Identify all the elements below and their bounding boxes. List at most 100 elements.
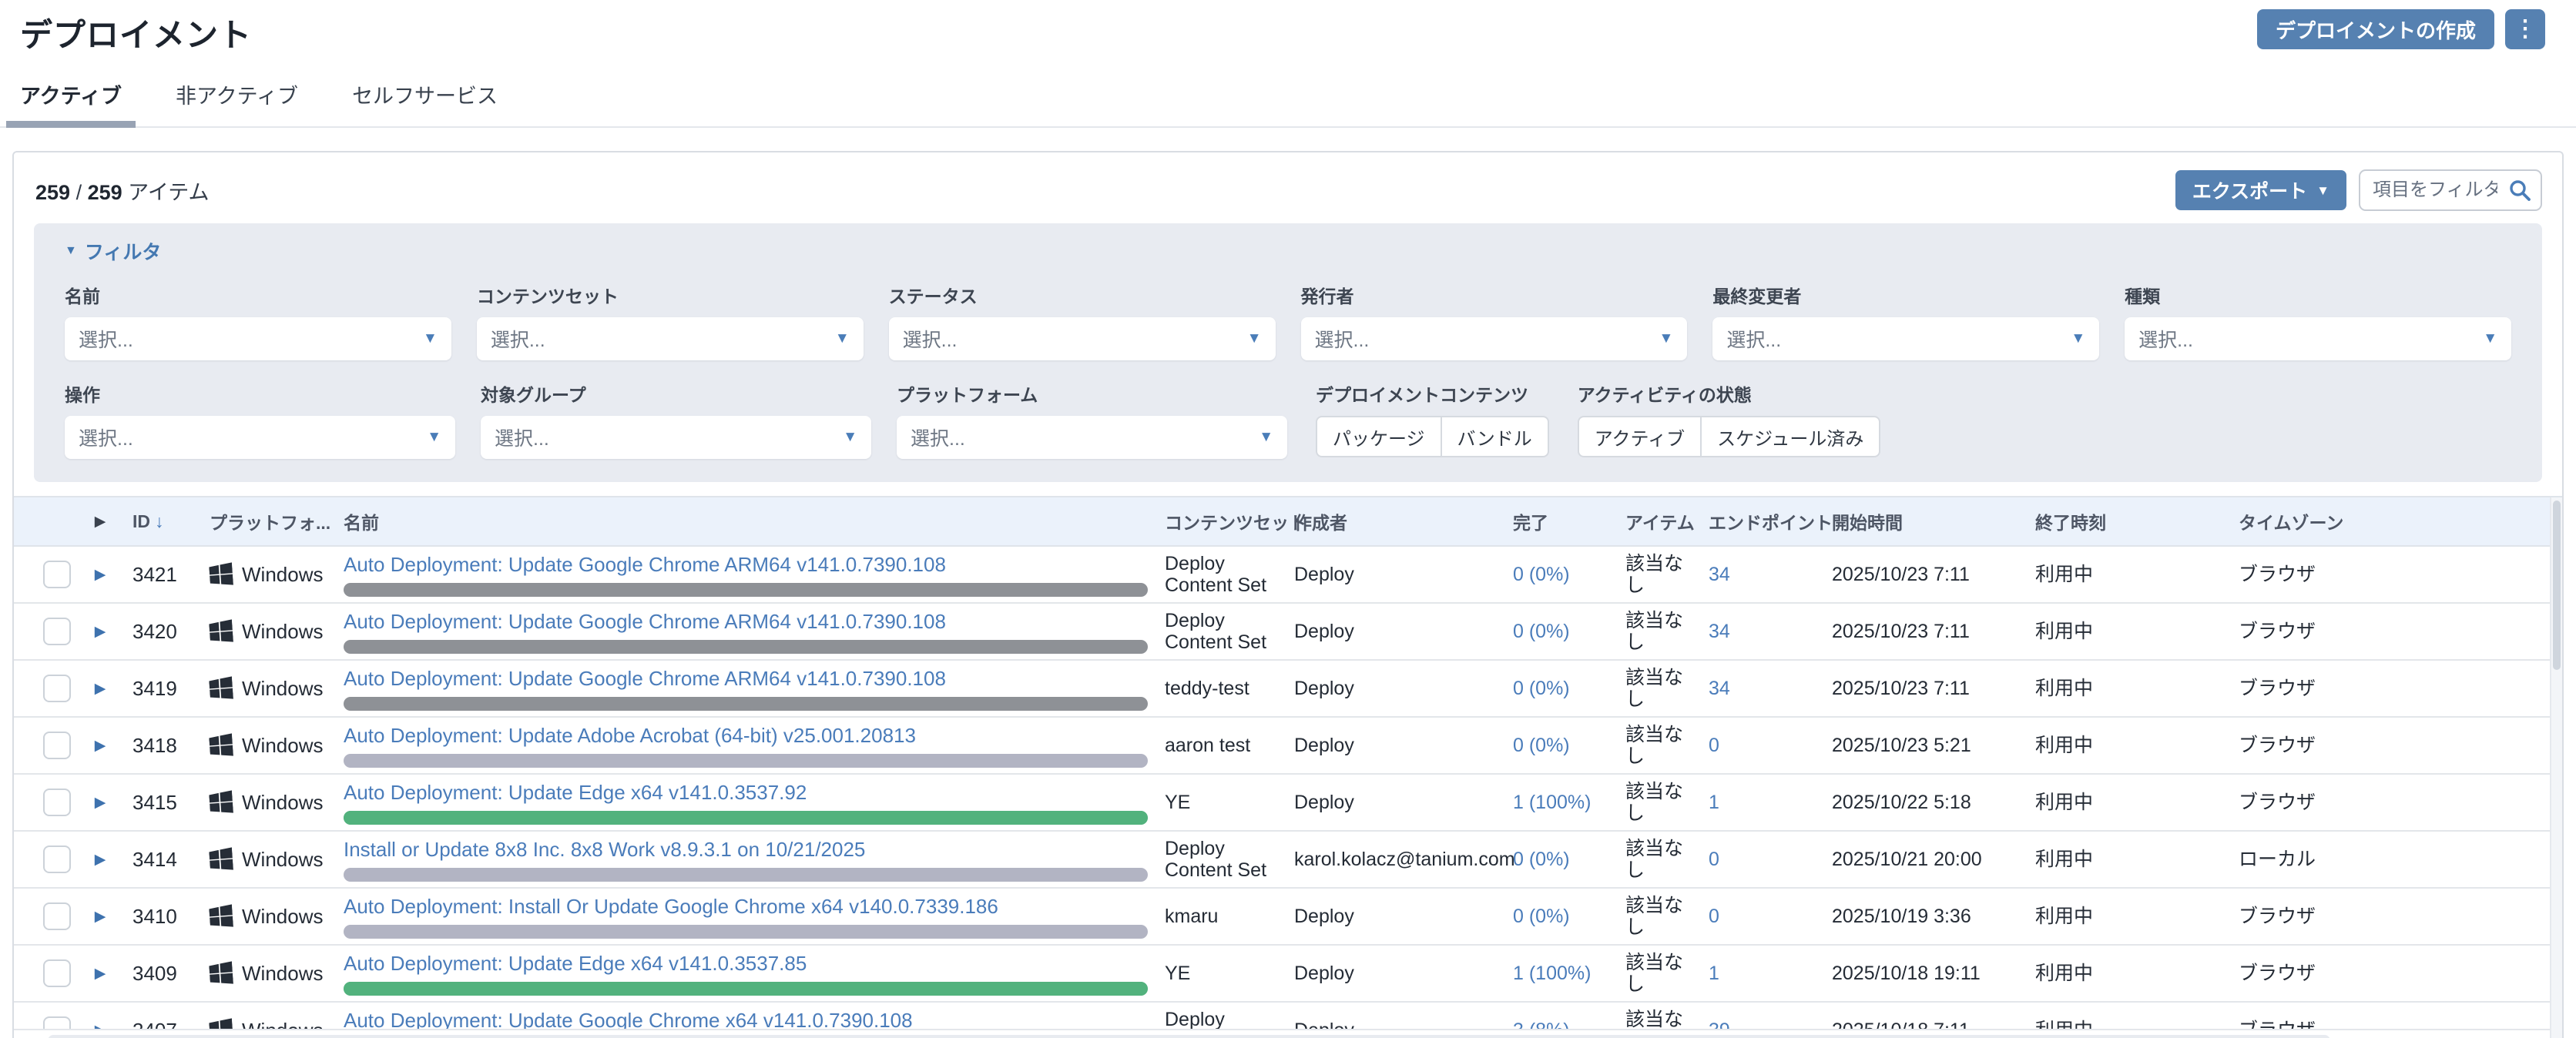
row-expand-icon[interactable]: ▶ <box>82 737 119 755</box>
vertical-scrollbar-thumb[interactable] <box>2553 501 2561 670</box>
page-header: デプロイメント デプロイメントの作成 ⋮ <box>0 0 2576 56</box>
row-done-link[interactable]: 0 (0%) <box>1499 621 1612 642</box>
row-checkbox[interactable] <box>43 732 71 759</box>
row-checkbox[interactable] <box>43 675 71 702</box>
row-endpoints-link[interactable]: 1 <box>1695 963 1818 984</box>
row-expand-icon[interactable]: ▶ <box>82 965 119 983</box>
tab-1[interactable]: 非アクティブ <box>176 79 298 126</box>
column-header-end[interactable]: 終了時刻 <box>2021 508 2225 534</box>
row-expand-icon[interactable]: ▶ <box>82 623 119 641</box>
export-button[interactable]: エクスポート ▼ <box>2175 170 2346 210</box>
chevron-down-icon: ▼ <box>427 429 441 446</box>
column-header-endpoints[interactable]: エンドポイント <box>1695 508 1818 534</box>
row-expand-icon[interactable]: ▶ <box>82 680 119 698</box>
row-items: 該当なし <box>1612 838 1695 881</box>
column-header-creator[interactable]: 作成者 <box>1280 508 1499 534</box>
filter-r2-2-select[interactable]: 選択...▼ <box>897 416 1287 459</box>
deployment-name-link[interactable]: Install or Update 8x8 Inc. 8x8 Work v8.9… <box>344 838 1148 862</box>
column-header-timezone[interactable]: タイムゾーン <box>2225 508 2562 534</box>
filter-r2-0-select[interactable]: 選択...▼ <box>65 416 455 459</box>
filter-0-select[interactable]: 選択...▼ <box>65 317 451 360</box>
segment-option-0-1[interactable]: バンドル <box>1441 416 1549 457</box>
row-platform: Windows <box>196 962 337 986</box>
column-header-items[interactable]: アイテム <box>1612 508 1695 534</box>
row-done-link[interactable]: 0 (0%) <box>1499 906 1612 927</box>
filter-row-1: 名前選択...▼コンテンツセット選択...▼ステータス選択...▼発行者選択..… <box>65 282 2511 360</box>
row-expand-icon[interactable]: ▶ <box>82 908 119 926</box>
deployment-name-link[interactable]: Auto Deployment: Update Google Chrome AR… <box>344 667 1148 691</box>
filter-0: 名前選択...▼ <box>65 282 451 360</box>
row-endpoints-link[interactable]: 0 <box>1695 849 1818 870</box>
column-header-id[interactable]: ID↓ <box>119 511 196 532</box>
row-checkbox[interactable] <box>43 959 71 987</box>
expand-all-icon[interactable]: ▶ <box>82 513 119 531</box>
column-header-platform[interactable]: プラットフォ... <box>196 508 337 534</box>
row-platform-label: Windows <box>242 962 323 986</box>
row-expand-icon[interactable]: ▶ <box>82 851 119 869</box>
row-timezone: ブラウザ <box>2225 792 2562 813</box>
row-done-link[interactable]: 0 (0%) <box>1499 564 1612 585</box>
row-endpoints-link[interactable]: 34 <box>1695 678 1818 699</box>
row-checkbox[interactable] <box>43 561 71 588</box>
row-checkbox[interactable] <box>43 845 71 873</box>
segment-option-0-0[interactable]: パッケージ <box>1316 416 1441 457</box>
row-done-link[interactable]: 0 (0%) <box>1499 849 1612 870</box>
row-platform: Windows <box>196 905 337 929</box>
filter-5-select[interactable]: 選択...▼ <box>2125 317 2511 360</box>
row-content-set: YE <box>1151 792 1280 813</box>
filter-r2-1-select[interactable]: 選択...▼ <box>481 416 871 459</box>
column-header-done[interactable]: 完了 <box>1499 508 1612 534</box>
row-end-time: 利用中 <box>2021 906 2225 927</box>
tab-2[interactable]: セルフサービス <box>352 79 498 126</box>
row-id: 3421 <box>119 563 196 587</box>
row-expand-icon[interactable]: ▶ <box>82 794 119 812</box>
row-done-link[interactable]: 1 (100%) <box>1499 792 1612 813</box>
column-header-name[interactable]: 名前 <box>337 508 1151 534</box>
segment-option-1-0[interactable]: アクティブ <box>1578 416 1701 457</box>
row-endpoints-link[interactable]: 34 <box>1695 564 1818 585</box>
row-checkbox[interactable] <box>43 902 71 930</box>
deployment-name-link[interactable]: Auto Deployment: Update Adobe Acrobat (6… <box>344 724 1148 748</box>
filter-2-select[interactable]: 選択...▼ <box>889 317 1276 360</box>
row-done-link[interactable]: 1 (100%) <box>1499 963 1612 984</box>
filter-title-label: フィルタ <box>85 237 162 265</box>
row-creator: Deploy <box>1280 906 1499 927</box>
row-endpoints-link[interactable]: 0 <box>1695 735 1818 756</box>
row-start-time: 2025/10/18 19:11 <box>1818 963 2021 984</box>
row-expand-icon[interactable]: ▶ <box>82 566 119 584</box>
row-checkbox[interactable] <box>43 789 71 816</box>
row-timezone: ブラウザ <box>2225 906 2562 927</box>
segment-option-1-1[interactable]: スケジュール済み <box>1701 416 1880 457</box>
column-header-start[interactable]: 開始時間 <box>1818 508 2021 534</box>
kebab-menu-button[interactable]: ⋮ <box>2505 9 2545 49</box>
filter-3-select[interactable]: 選択...▼ <box>1301 317 1688 360</box>
create-deployment-button[interactable]: デプロイメントの作成 <box>2257 9 2494 49</box>
deployment-progress-bar <box>344 640 1148 654</box>
row-platform-label: Windows <box>242 563 323 587</box>
row-done-link[interactable]: 0 (0%) <box>1499 678 1612 699</box>
deployment-name-link[interactable]: Auto Deployment: Update Google Chrome AR… <box>344 553 1148 577</box>
filter-1-select[interactable]: 選択...▼ <box>477 317 864 360</box>
row-start-time: 2025/10/23 7:11 <box>1818 621 2021 642</box>
column-header-content-set[interactable]: コンテンツセット <box>1151 508 1280 534</box>
deployment-name-link[interactable]: Auto Deployment: Update Google Chrome AR… <box>344 610 1148 634</box>
tab-0[interactable]: アクティブ <box>20 79 122 126</box>
filter-panel: ▼ フィルタ 名前選択...▼コンテンツセット選択...▼ステータス選択...▼… <box>34 223 2542 482</box>
row-platform: Windows <box>196 620 337 644</box>
deployment-name-link[interactable]: Auto Deployment: Update Edge x64 v141.0.… <box>344 781 1148 805</box>
chevron-down-icon: ▼ <box>2071 330 2085 347</box>
deployment-name-link[interactable]: Auto Deployment: Install Or Update Googl… <box>344 895 1148 919</box>
deployment-name-link[interactable]: Auto Deployment: Update Edge x64 v141.0.… <box>344 952 1148 976</box>
filter-collapse-toggle[interactable]: ▼ フィルタ <box>65 237 2511 265</box>
horizontal-scrollbar[interactable] <box>14 1029 2550 1038</box>
horizontal-scrollbar-thumb[interactable] <box>48 1035 2330 1038</box>
filter-3: 発行者選択...▼ <box>1301 282 1688 360</box>
row-checkbox[interactable] <box>43 618 71 645</box>
vertical-scrollbar[interactable] <box>2550 497 2562 1038</box>
row-done-link[interactable]: 0 (0%) <box>1499 735 1612 756</box>
export-label: エクスポート <box>2192 176 2307 204</box>
filter-4-select[interactable]: 選択...▼ <box>1712 317 2099 360</box>
row-endpoints-link[interactable]: 0 <box>1695 906 1818 927</box>
row-endpoints-link[interactable]: 34 <box>1695 621 1818 642</box>
row-endpoints-link[interactable]: 1 <box>1695 792 1818 813</box>
